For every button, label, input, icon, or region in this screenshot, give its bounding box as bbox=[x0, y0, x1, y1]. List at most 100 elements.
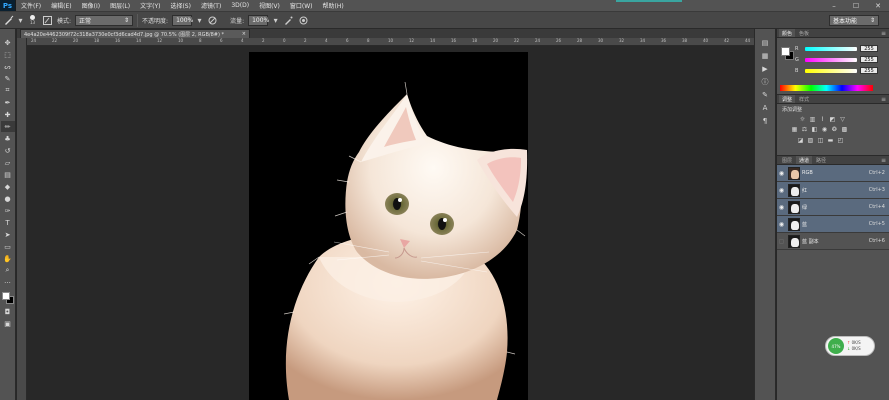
gradient-map-icon[interactable]: ▬ bbox=[827, 137, 834, 144]
quick-mask-icon[interactable]: ◘ bbox=[1, 306, 15, 317]
brush-panel-icon[interactable] bbox=[42, 15, 53, 26]
character-panel-icon[interactable]: A bbox=[758, 102, 772, 113]
brush-tool-icon[interactable]: ✏ bbox=[0, 121, 15, 132]
color-lookup-icon[interactable]: ▩ bbox=[841, 126, 848, 133]
document-tab[interactable]: 4e4a20e4462309f72c318a3730e0cf3d6cad4d7.… bbox=[20, 29, 250, 38]
canvas-area[interactable] bbox=[27, 46, 754, 400]
visibility-box-icon[interactable]: ▢ bbox=[777, 238, 786, 245]
brightness-icon[interactable]: ☼ bbox=[799, 116, 806, 123]
photo-filter-icon[interactable]: ◉ bbox=[821, 126, 828, 133]
horizontal-ruler[interactable]: 24 22 20 18 16 14 12 10 8 6 4 2 0 2 4 6 8 10 12 14 16 18 20 22 2… bbox=[27, 38, 754, 46]
blue-slider[interactable] bbox=[805, 68, 857, 73]
pressure-opacity-icon[interactable] bbox=[207, 15, 218, 26]
exposure-icon[interactable]: ◩ bbox=[829, 116, 836, 123]
history-brush-tool-icon[interactable]: ↺ bbox=[1, 145, 15, 156]
lasso-tool-icon[interactable]: ᔕ bbox=[1, 61, 15, 72]
tab-layers[interactable]: 图层 bbox=[779, 156, 795, 164]
curves-icon[interactable]: ⌇ bbox=[819, 116, 826, 123]
quick-select-tool-icon[interactable]: ✎ bbox=[1, 73, 15, 84]
pen-tool-icon[interactable]: ✑ bbox=[1, 205, 15, 216]
close-button[interactable]: ✕ bbox=[867, 0, 889, 11]
vibrance-icon[interactable]: ▽ bbox=[839, 116, 846, 123]
move-tool-icon[interactable]: ✥ bbox=[1, 37, 15, 48]
screen-mode-icon[interactable]: ▣ bbox=[1, 318, 15, 329]
brush-preset-icon[interactable]: 13 bbox=[27, 15, 38, 26]
invert-icon[interactable]: ◪ bbox=[797, 137, 804, 144]
channel-row-blue[interactable]: ◉ 蓝 Ctrl+5 bbox=[777, 216, 889, 233]
app-logo[interactable]: Ps bbox=[0, 0, 16, 11]
more-tools-icon[interactable]: ··· bbox=[1, 277, 15, 288]
chevron-down-icon[interactable]: ▾ bbox=[272, 15, 279, 26]
channel-row-green[interactable]: ◉ 绿 Ctrl+4 bbox=[777, 199, 889, 216]
minimize-button[interactable]: – bbox=[823, 0, 845, 11]
eraser-tool-icon[interactable]: ▱ bbox=[1, 157, 15, 168]
airbrush-icon[interactable] bbox=[283, 15, 294, 26]
marquee-tool-icon[interactable]: ⬚ bbox=[1, 49, 15, 60]
hue-saturation-icon[interactable]: ▦ bbox=[791, 126, 798, 133]
crop-tool-icon[interactable]: ⌗ bbox=[1, 85, 15, 96]
levels-icon[interactable]: ▥ bbox=[809, 116, 816, 123]
pressure-size-icon[interactable] bbox=[298, 15, 309, 26]
menu-image[interactable]: 图像(I) bbox=[77, 1, 105, 10]
visibility-eye-icon[interactable]: ◉ bbox=[777, 170, 786, 177]
workspace-select[interactable]: 基本功能 ⇕ bbox=[829, 15, 879, 26]
threshold-icon[interactable]: ◫ bbox=[817, 137, 824, 144]
menu-3d[interactable]: 3D(D) bbox=[226, 2, 254, 9]
gradient-tool-icon[interactable]: ▤ bbox=[1, 169, 15, 180]
shape-tool-icon[interactable]: ▭ bbox=[1, 241, 15, 252]
menu-edit[interactable]: 编辑(E) bbox=[46, 1, 76, 10]
panel-menu-icon[interactable]: ≡ bbox=[881, 30, 889, 37]
tab-styles[interactable]: 样式 bbox=[796, 95, 812, 103]
properties-panel-icon[interactable]: ▦ bbox=[758, 50, 772, 61]
visibility-eye-icon[interactable]: ◉ bbox=[777, 221, 786, 228]
selective-color-icon[interactable]: ◰ bbox=[837, 137, 844, 144]
menu-select[interactable]: 选择(S) bbox=[165, 1, 196, 10]
close-icon[interactable]: × bbox=[242, 31, 249, 37]
brush-presets-icon[interactable]: ✎ bbox=[758, 89, 772, 100]
red-slider[interactable] bbox=[805, 46, 857, 51]
menu-help[interactable]: 帮助(H) bbox=[318, 1, 349, 10]
info-panel-icon[interactable]: ⓘ bbox=[758, 76, 772, 87]
document-canvas[interactable] bbox=[249, 52, 528, 400]
tab-swatches[interactable]: 色板 bbox=[796, 29, 812, 37]
mode-select[interactable]: 正常 ⇕ bbox=[75, 14, 134, 26]
green-slider[interactable] bbox=[805, 57, 857, 62]
network-speed-widget[interactable]: 47% ↑ 0K/S ↓ 0K/S bbox=[825, 336, 875, 356]
channel-row-rgb[interactable]: ◉ RGB Ctrl+2 bbox=[777, 165, 889, 182]
red-value-input[interactable]: 255 bbox=[860, 45, 878, 52]
blue-value-input[interactable]: 255 bbox=[860, 67, 878, 74]
clone-stamp-tool-icon[interactable]: ♣ bbox=[1, 133, 15, 144]
hand-tool-icon[interactable]: ✋ bbox=[1, 253, 15, 264]
channel-row-blue-copy[interactable]: ▢ 蓝 副本 Ctrl+6 bbox=[777, 233, 889, 250]
panel-menu-icon[interactable]: ≡ bbox=[881, 96, 889, 103]
menu-type[interactable]: 文字(Y) bbox=[135, 1, 165, 10]
actions-panel-icon[interactable]: ▶ bbox=[758, 63, 772, 74]
channel-row-red[interactable]: ◉ 红 Ctrl+3 bbox=[777, 182, 889, 199]
chevron-down-icon[interactable]: ▾ bbox=[18, 15, 23, 26]
visibility-eye-icon[interactable]: ◉ bbox=[777, 204, 786, 211]
zoom-tool-icon[interactable]: ⌕ bbox=[1, 265, 15, 276]
tab-color[interactable]: 颜色 bbox=[779, 29, 796, 37]
healing-brush-tool-icon[interactable]: ✚ bbox=[1, 109, 15, 120]
green-value-input[interactable]: 255 bbox=[860, 56, 878, 63]
color-balance-icon[interactable]: ⚖ bbox=[801, 126, 808, 133]
posterize-icon[interactable]: ▨ bbox=[807, 137, 814, 144]
foreground-color-swatch[interactable] bbox=[1, 292, 10, 300]
tab-channels[interactable]: 通道 bbox=[796, 156, 813, 164]
tab-paths[interactable]: 路径 bbox=[813, 156, 829, 164]
opacity-input[interactable]: 100% bbox=[172, 14, 193, 26]
blur-tool-icon[interactable]: ◆ bbox=[1, 181, 15, 192]
foreground-color-swatch[interactable] bbox=[781, 47, 790, 56]
color-spectrum-bar[interactable] bbox=[780, 85, 873, 91]
brush-tool-icon[interactable] bbox=[3, 15, 14, 26]
paragraph-panel-icon[interactable]: ¶ bbox=[758, 115, 772, 126]
visibility-eye-icon[interactable]: ◉ bbox=[777, 187, 786, 194]
panel-menu-icon[interactable]: ≡ bbox=[881, 157, 889, 164]
maximize-button[interactable]: ☐ bbox=[845, 0, 867, 11]
menu-file[interactable]: 文件(F) bbox=[16, 1, 46, 10]
menu-layer[interactable]: 图层(L) bbox=[105, 1, 135, 10]
channel-mixer-icon[interactable]: ❂ bbox=[831, 126, 838, 133]
eyedropper-tool-icon[interactable]: ✒ bbox=[1, 97, 15, 108]
menu-window[interactable]: 窗口(W) bbox=[285, 1, 318, 10]
chevron-down-icon[interactable]: ▾ bbox=[196, 15, 203, 26]
